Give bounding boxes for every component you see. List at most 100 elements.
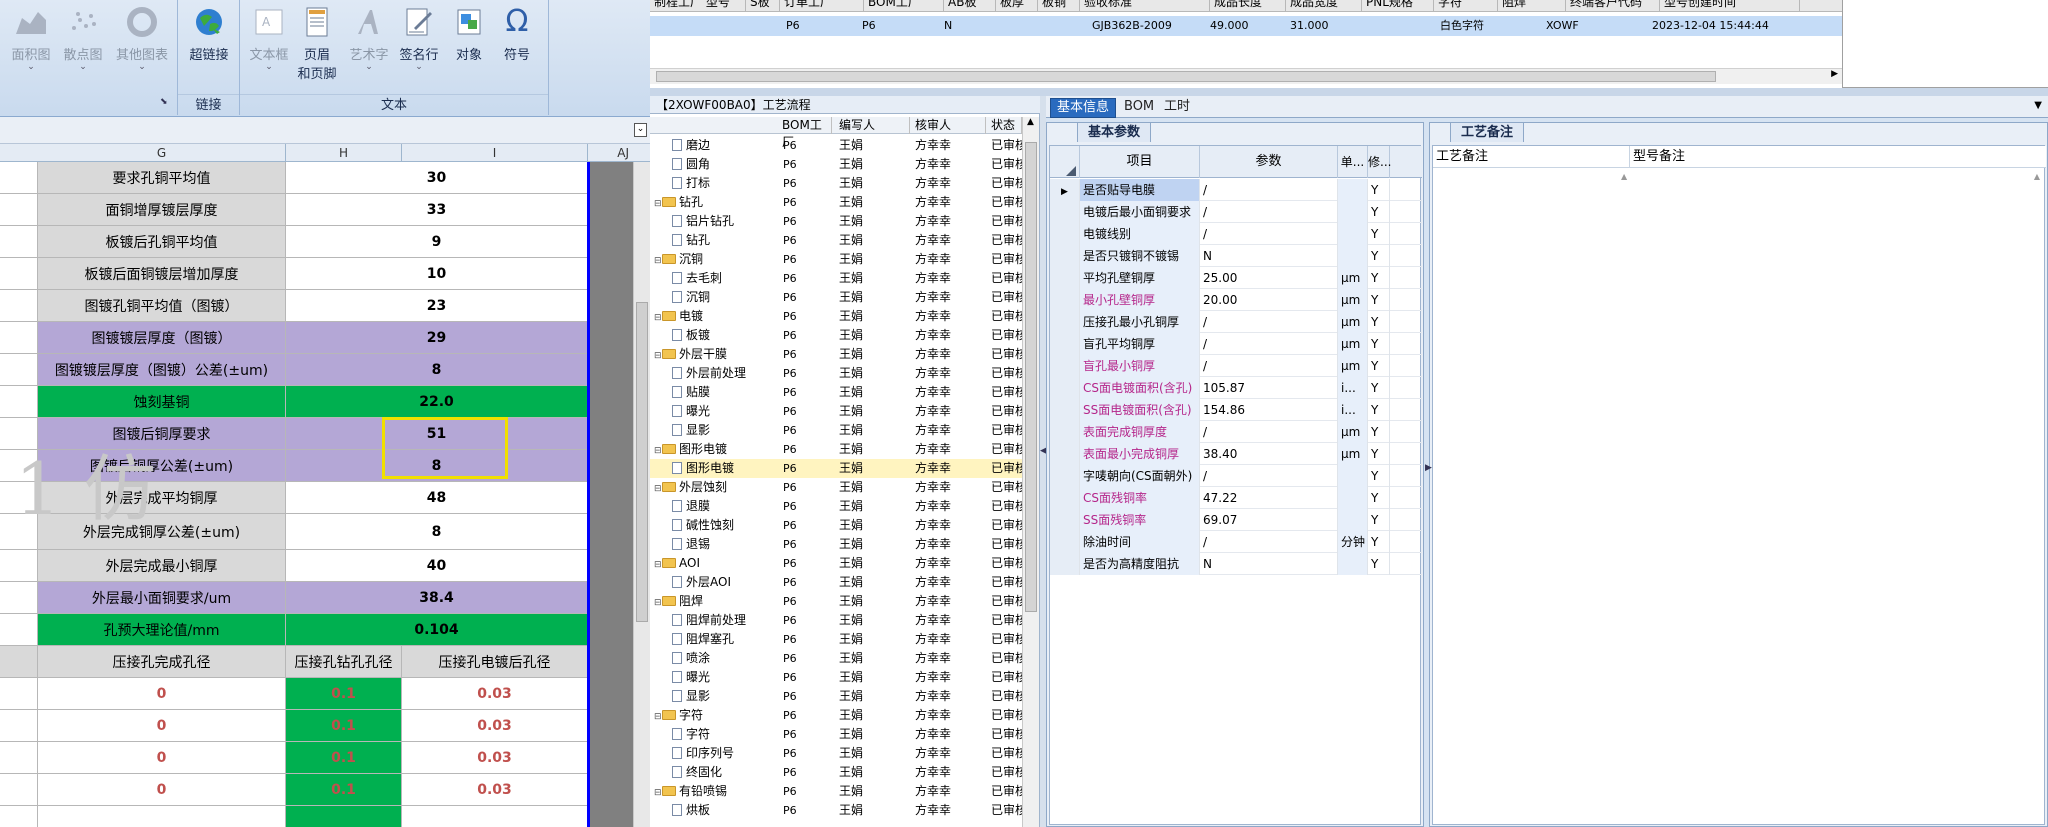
cell-h[interactable]: 33 xyxy=(286,194,588,225)
model-table-header-cell[interactable]: 终端客户代码 xyxy=(1566,0,1660,12)
params-row[interactable]: CS面电镀面积(含孔) 105.87 i... Y xyxy=(1050,377,1422,399)
param-value-cell[interactable]: / xyxy=(1200,333,1338,355)
row-header-cell[interactable] xyxy=(0,742,38,773)
cell-h[interactable]: 0.1 xyxy=(286,678,402,709)
row-selector[interactable] xyxy=(1050,377,1080,399)
params-row[interactable]: 表面完成铜厚度 / μm Y xyxy=(1050,421,1422,443)
row-selector[interactable] xyxy=(1050,267,1080,289)
grid-header-param[interactable]: 参数 xyxy=(1200,146,1338,178)
param-mod-cell[interactable]: Y xyxy=(1368,179,1390,201)
tree-item-row[interactable]: 磨边 P6 王娟 方幸幸 已审核 xyxy=(650,136,1022,155)
remarks-col-process[interactable]: 工艺备注 xyxy=(1433,146,1630,168)
cell-h[interactable]: 0.1 xyxy=(286,742,402,773)
params-row[interactable]: SS面残铜率 69.07 Y xyxy=(1050,509,1422,531)
param-value-cell[interactable]: / xyxy=(1200,531,1338,553)
model-table-cell[interactable]: 49.000 xyxy=(1210,16,1249,36)
cell-g[interactable]: 外层完成最小铜厚 xyxy=(38,550,286,581)
param-value-cell[interactable]: / xyxy=(1200,421,1338,443)
params-row[interactable]: 除油时间 / 分钟 Y xyxy=(1050,531,1422,553)
param-unit-cell[interactable] xyxy=(1338,509,1368,531)
param-item-cell[interactable]: 压接孔最小孔铜厚 xyxy=(1080,311,1200,333)
tree-col-bom[interactable]: BOM工厂 xyxy=(780,117,832,149)
param-item-cell[interactable]: 盲孔最小铜厚 xyxy=(1080,355,1200,377)
row-header-cell[interactable] xyxy=(0,290,38,321)
scrollbar-thumb[interactable] xyxy=(656,71,1716,82)
collapse-icon[interactable]: ⊟ xyxy=(654,442,662,459)
grid-header-mod[interactable]: 修... xyxy=(1368,146,1391,178)
cell-i[interactable]: 0.03 xyxy=(402,678,588,709)
model-table-header-cell[interactable]: 板铜 xyxy=(1038,0,1080,12)
tree-col-writer[interactable]: 编写人 xyxy=(837,117,910,134)
scroll-up-arrow-icon[interactable]: ▲ xyxy=(1621,172,1627,181)
row-selector[interactable] xyxy=(1050,333,1080,355)
param-value-cell[interactable]: / xyxy=(1200,201,1338,223)
param-item-cell[interactable]: 平均孔壁铜厚 xyxy=(1080,267,1200,289)
cell-h[interactable]: 10 xyxy=(286,258,588,289)
tree-item-row[interactable]: 终固化 P6 王娟 方幸幸 已审核 xyxy=(650,763,1022,782)
param-mod-cell[interactable]: Y xyxy=(1368,553,1390,575)
row-selector[interactable] xyxy=(1050,487,1080,509)
param-value-cell[interactable]: / xyxy=(1200,465,1338,487)
param-item-cell[interactable]: 字唛朝向(CS面朝外) xyxy=(1080,465,1200,487)
param-item-cell[interactable]: 电镀线别 xyxy=(1080,223,1200,245)
cell-g[interactable]: 板镀后孔铜平均值 xyxy=(38,226,286,257)
param-unit-cell[interactable]: μm xyxy=(1338,355,1368,377)
params-row[interactable]: 盲孔平均铜厚 / μm Y xyxy=(1050,333,1422,355)
tree-item-row[interactable]: 圆角 P6 王娟 方幸幸 已审核 xyxy=(650,155,1022,174)
subtab-process-remarks[interactable]: 工艺备注 xyxy=(1450,122,1525,142)
scrollbar-thumb[interactable] xyxy=(1025,142,1037,612)
grid-corner[interactable] xyxy=(1050,146,1080,178)
cell-i[interactable]: 0.03 xyxy=(402,774,588,805)
param-value-cell[interactable]: / xyxy=(1200,179,1338,201)
model-table-header-cell[interactable]: 制程工厂 型号 xyxy=(650,0,746,12)
tree-folder-row[interactable]: ⊟ AOI P6 王娟 方幸幸 已审核 xyxy=(650,554,1022,573)
row-header-cell[interactable] xyxy=(0,678,38,709)
param-mod-cell[interactable]: Y xyxy=(1368,487,1390,509)
row-header-cell[interactable] xyxy=(0,806,38,827)
row-selector[interactable] xyxy=(1050,311,1080,333)
cell-g[interactable] xyxy=(38,806,286,827)
tree-item-row[interactable]: 烘板 P6 王娟 方幸幸 已审核 xyxy=(650,801,1022,820)
model-table-horizontal-scrollbar[interactable]: ▶ xyxy=(650,68,1842,84)
area-chart-button[interactable]: 面积图 ⌄ xyxy=(4,6,58,72)
model-table-header-cell[interactable]: PNL规格 xyxy=(1362,0,1434,12)
tree-folder-row[interactable]: ⊟ 外层蚀刻 P6 王娟 方幸幸 已审核 xyxy=(650,478,1022,497)
tree-item-row[interactable]: 板镀 P6 王娟 方幸幸 已审核 xyxy=(650,326,1022,345)
tab-work-hours[interactable]: 工时 xyxy=(1158,98,1196,118)
params-row[interactable]: 压接孔最小孔铜厚 / μm Y xyxy=(1050,311,1422,333)
param-mod-cell[interactable]: Y xyxy=(1368,509,1390,531)
scroll-right-arrow-icon[interactable]: ▶ xyxy=(1831,69,1838,79)
cell-g[interactable]: 压接孔完成孔径 xyxy=(38,646,286,677)
model-table-header-cell[interactable]: 订单工厂 xyxy=(780,0,864,12)
cell-h[interactable]: 48 xyxy=(286,482,588,513)
collapse-icon[interactable]: ⊟ xyxy=(654,708,662,725)
chevron-down-icon[interactable]: ▼ xyxy=(2034,100,2042,111)
param-item-cell[interactable]: 盲孔平均铜厚 xyxy=(1080,333,1200,355)
tree-folder-row[interactable]: ⊟ 电镀 P6 王娟 方幸幸 已审核 xyxy=(650,307,1022,326)
tree-col-reviewer[interactable]: 核审人 xyxy=(913,117,986,134)
model-table-cell[interactable]: N xyxy=(944,16,952,36)
param-item-cell[interactable]: 是否只镀铜不镀锡 xyxy=(1080,245,1200,267)
signature-line-button[interactable]: 签名行 ⌄ xyxy=(392,6,446,72)
collapse-icon[interactable]: ⊟ xyxy=(654,252,662,269)
cell-h[interactable]: 30 xyxy=(286,162,588,193)
scrollbar-thumb[interactable] xyxy=(636,302,648,622)
model-table-header-cell[interactable]: 验收标准 xyxy=(1080,0,1210,12)
cell-h[interactable]: 9 xyxy=(286,226,588,257)
params-row[interactable]: 是否为高精度阻抗 N Y xyxy=(1050,553,1422,575)
cell-g[interactable]: 图镀镀层厚度（图镀） xyxy=(38,322,286,353)
cell-g[interactable]: 图镀镀层厚度（图镀）公差(±um) xyxy=(38,354,286,385)
tree-item-row[interactable]: 退膜 P6 王娟 方幸幸 已审核 xyxy=(650,497,1022,516)
cell-h[interactable]: 0.1 xyxy=(286,774,402,805)
collapse-icon[interactable]: ⊟ xyxy=(654,309,662,326)
param-unit-cell[interactable] xyxy=(1338,553,1368,575)
collapse-icon[interactable]: ⊟ xyxy=(654,195,662,212)
tab-bom[interactable]: BOM xyxy=(1118,98,1160,118)
param-item-cell[interactable]: SS面残铜率 xyxy=(1080,509,1200,531)
tree-folder-row[interactable]: ⊟ 图形电镀 P6 王娟 方幸幸 已审核 xyxy=(650,440,1022,459)
row-header-cell[interactable] xyxy=(0,614,38,645)
model-table-header-cell[interactable]: 成品长度 xyxy=(1210,0,1286,12)
model-table-header-cell[interactable]: 字符 xyxy=(1434,0,1498,12)
tree-item-row[interactable]: 阻焊塞孔 P6 王娟 方幸幸 已审核 xyxy=(650,630,1022,649)
collapse-icon[interactable]: ⊟ xyxy=(654,556,662,573)
